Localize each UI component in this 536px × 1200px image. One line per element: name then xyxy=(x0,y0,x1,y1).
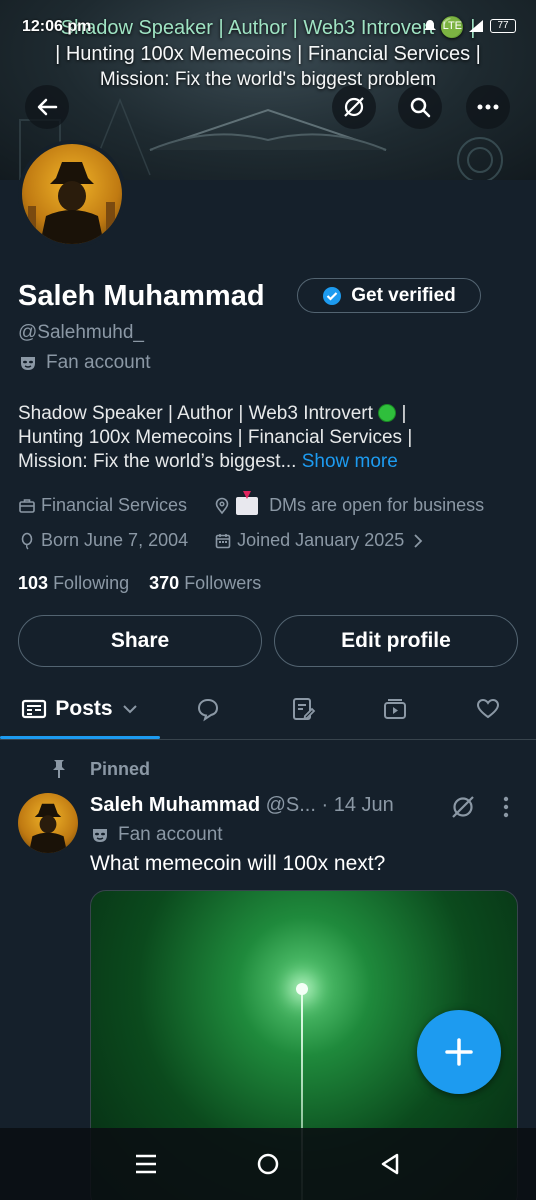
grok-button[interactable] xyxy=(332,85,376,129)
follow-counts: 103 Following 370 Followers xyxy=(18,573,261,594)
profile-meta-row-1: Financial Services DMs are open for busi… xyxy=(18,490,485,516)
post-header: Saleh Muhammad @S... · 14 Jun xyxy=(90,794,394,817)
category-item: Financial Services xyxy=(18,495,187,516)
followers-count: 370 xyxy=(149,573,180,593)
birthday-item: Born June 7, 2004 xyxy=(18,530,188,551)
category-text: Financial Services xyxy=(41,495,188,515)
grok-icon xyxy=(344,97,364,117)
notification-bell-icon xyxy=(423,20,436,30)
home-button[interactable] xyxy=(248,1144,288,1184)
birthday-text: Born June 7, 2004 xyxy=(41,530,189,550)
more-horizontal-icon xyxy=(477,104,499,110)
tab-likes[interactable] xyxy=(460,680,516,738)
following-label: Following xyxy=(53,573,130,593)
chevron-right-icon xyxy=(414,533,423,548)
tab-replies[interactable] xyxy=(180,680,236,738)
banner-line-2: | Hunting 100x Memecoins | Financial Ser… xyxy=(55,43,481,65)
back-triangle-icon xyxy=(381,1153,399,1175)
bio-line-2: Hunting 100x Memecoins | Financial Servi… xyxy=(18,427,413,448)
green-circle-emoji xyxy=(378,404,397,422)
following-link[interactable]: 103 Following xyxy=(18,573,129,593)
replies-icon xyxy=(197,698,219,722)
show-more-link[interactable]: Show more xyxy=(302,451,398,472)
mask-icon xyxy=(21,357,35,370)
signal-icon xyxy=(469,20,483,32)
joined-item[interactable]: Joined January 2025 xyxy=(214,530,427,551)
banner-line-3: Mission: Fix the world's biggest problem xyxy=(99,69,437,90)
profile-tabs: Posts xyxy=(0,680,536,740)
post-author-handle[interactable]: @S... xyxy=(266,794,316,816)
location-text: DMs are open for business xyxy=(269,495,485,515)
system-back-button[interactable] xyxy=(370,1144,410,1184)
post-author-name[interactable]: Saleh Muhammad xyxy=(90,794,260,816)
posts-tab-icon xyxy=(22,699,47,719)
fan-account-text: Fan account xyxy=(46,352,151,373)
post-more-icon[interactable] xyxy=(498,794,514,820)
bio-line-1: Shadow Speaker | Author | Web3 Introvert xyxy=(18,403,373,424)
followers-label: Followers xyxy=(184,573,262,593)
media-light-source xyxy=(296,983,308,995)
chevron-down-icon xyxy=(122,705,137,714)
briefcase-icon xyxy=(19,498,35,513)
location-pin-icon xyxy=(215,497,229,514)
back-button[interactable] xyxy=(25,85,69,129)
tab-media[interactable] xyxy=(367,680,423,738)
pin-icon xyxy=(53,760,65,778)
post-mask-icon xyxy=(93,829,107,842)
get-verified-label: Get verified xyxy=(351,284,456,306)
post-date[interactable]: 14 Jun xyxy=(334,794,394,816)
mail-emoji-icon xyxy=(236,490,259,515)
profile-avatar[interactable] xyxy=(18,140,126,248)
post-avatar-silhouette xyxy=(28,803,68,853)
battery-indicator: 77 xyxy=(490,19,516,33)
post-author-avatar[interactable] xyxy=(18,793,78,853)
post-text: What memecoin will 100x next? xyxy=(90,852,386,875)
arrow-left-icon xyxy=(37,98,58,116)
followers-link[interactable]: 370 Followers xyxy=(149,573,261,593)
post-grok-icon[interactable] xyxy=(450,794,476,820)
network-label: LTE xyxy=(442,20,462,32)
fan-account-label: Fan account xyxy=(18,352,151,374)
profile-meta-row-2: Born June 7, 2004 Joined January 2025 xyxy=(18,530,427,551)
home-circle-icon xyxy=(257,1153,279,1175)
tab-articles[interactable] xyxy=(275,680,331,738)
tab-posts-label: Posts xyxy=(55,697,113,720)
post-separator: · xyxy=(321,794,329,816)
post-fan-text: Fan account xyxy=(118,824,223,845)
system-navigation-bar xyxy=(0,1128,536,1200)
profile-name: Saleh Muhammad xyxy=(18,280,265,312)
profile-bio: Shadow Speaker | Author | Web3 Introvert… xyxy=(18,402,518,474)
compose-post-button[interactable] xyxy=(417,1010,501,1094)
profile-handle: @Salehmuhd_ xyxy=(18,322,144,343)
bio-line-1-tail: | xyxy=(401,403,407,424)
bio-line-3: Mission: Fix the world’s biggest... xyxy=(18,451,297,472)
status-bar: 12:06 pm LTE 77 xyxy=(0,18,536,40)
media-icon xyxy=(384,699,406,719)
recent-apps-button[interactable] xyxy=(126,1144,166,1184)
pinned-label: Pinned xyxy=(90,758,151,779)
search-icon xyxy=(410,97,431,118)
status-time: 12:06 pm xyxy=(22,18,92,35)
avatar-silhouette xyxy=(28,162,115,244)
more-options-button[interactable] xyxy=(466,85,510,129)
articles-icon xyxy=(293,698,316,720)
menu-lines-icon xyxy=(136,1154,156,1174)
likes-icon xyxy=(476,698,500,719)
post-fan-account-label: Fan account xyxy=(90,824,223,846)
joined-text: Joined January 2025 xyxy=(237,530,405,550)
location-item: DMs are open for business xyxy=(213,490,485,516)
status-icons: LTE 77 xyxy=(423,19,516,33)
edit-profile-button[interactable]: Edit profile xyxy=(274,615,518,667)
following-count: 103 xyxy=(18,573,49,593)
active-tab-indicator xyxy=(0,736,160,739)
tab-posts[interactable]: Posts xyxy=(0,680,160,739)
balloon-icon xyxy=(21,532,33,549)
verified-badge-icon xyxy=(323,286,342,305)
calendar-icon xyxy=(215,533,231,548)
plus-icon xyxy=(445,1038,473,1066)
pinned-indicator: Pinned xyxy=(50,758,150,780)
search-button[interactable] xyxy=(398,85,442,129)
share-button[interactable]: Share xyxy=(18,615,262,667)
get-verified-button[interactable]: Get verified xyxy=(297,278,481,313)
